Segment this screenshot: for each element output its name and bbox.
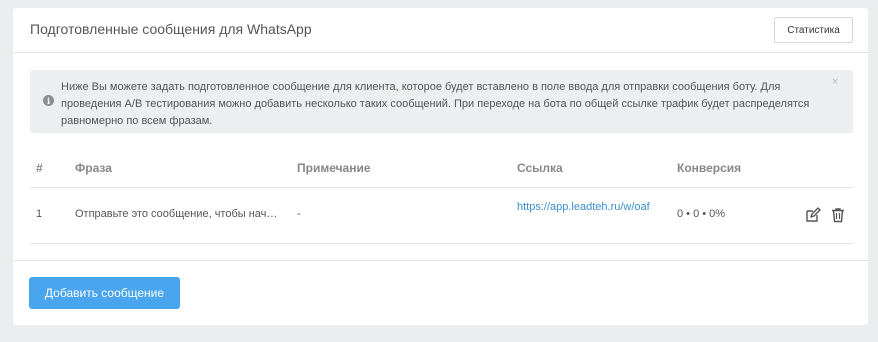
row-link[interactable]: https://app.leadteh.ru/w/oaf — [517, 199, 667, 216]
edit-icon[interactable] — [805, 207, 821, 223]
table-header: # Фраза Примечание Ссылка Конверсия — [30, 150, 853, 188]
prepared-messages-card: Подготовленные сообщения для WhatsApp Ст… — [13, 8, 868, 325]
info-icon: i — [43, 95, 54, 106]
table-row: 1 Отправьте это сообщение, чтобы начать … — [30, 188, 853, 244]
row-note: - — [297, 208, 301, 220]
close-icon[interactable]: × — [832, 76, 838, 88]
page-title: Подготовленные сообщения для WhatsApp — [30, 21, 312, 37]
statistics-button[interactable]: Статистика — [774, 17, 853, 43]
alert-text: Ниже Вы можете задать подготовленное соо… — [61, 81, 810, 127]
column-phrase: Фраза — [75, 161, 112, 175]
row-number: 1 — [36, 208, 43, 220]
card-header: Подготовленные сообщения для WhatsApp Ст… — [13, 8, 868, 53]
footer-divider — [13, 260, 868, 261]
column-link: Ссылка — [517, 161, 563, 175]
trash-icon[interactable] — [830, 207, 846, 223]
info-alert: i Ниже Вы можете задать подготовленное с… — [30, 70, 853, 133]
row-conversion: 0 • 0 • 0% — [677, 208, 726, 220]
column-conversion: Конверсия — [677, 161, 742, 175]
column-note: Примечание — [297, 161, 371, 175]
add-message-button[interactable]: Добавить сообщение — [29, 277, 180, 309]
row-phrase: Отправьте это сообщение, чтобы начать — [75, 208, 283, 220]
column-number: # — [36, 161, 43, 175]
